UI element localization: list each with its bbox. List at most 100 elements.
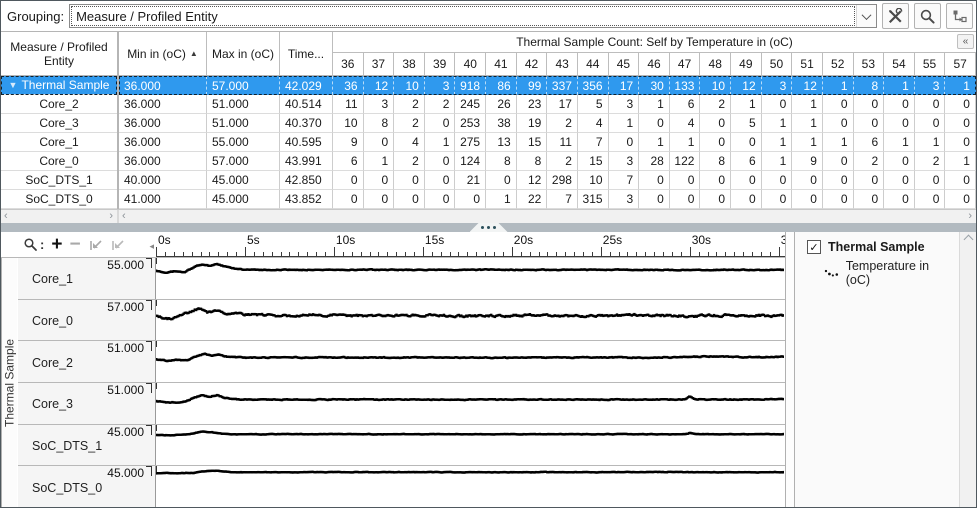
count-cell-38[interactable]: 0 <box>394 171 425 190</box>
count-cell-54[interactable]: 0 <box>884 190 915 209</box>
scroll-up-icon[interactable] <box>963 235 973 245</box>
count-cell-47[interactable]: 4 <box>670 114 701 133</box>
count-cell-49[interactable]: 0 <box>731 190 762 209</box>
bucket-column-header-40[interactable]: 40 <box>455 53 486 76</box>
count-cell-36[interactable]: 6 <box>333 152 364 171</box>
count-cell-52[interactable]: 0 <box>823 152 854 171</box>
count-cell-39[interactable]: 2 <box>425 95 456 114</box>
legend-series-row[interactable]: Temperature in (oC) <box>824 259 955 287</box>
count-cell-50[interactable]: 1 <box>762 133 793 152</box>
count-cell-55[interactable]: 0 <box>915 114 946 133</box>
count-cell-41[interactable]: 0 <box>486 171 517 190</box>
count-cell-51[interactable]: 9 <box>792 152 823 171</box>
band-label-SoC_DTS_0[interactable]: 45.000SoC_DTS_0 <box>18 466 156 507</box>
legend-group-row[interactable]: ✓ Thermal Sample <box>807 240 955 254</box>
count-cell-42[interactable]: 8 <box>517 152 548 171</box>
count-cell-50[interactable]: 1 <box>762 114 793 133</box>
count-cell-44[interactable]: 5 <box>578 95 609 114</box>
count-cell-57[interactable]: 0 <box>945 190 976 209</box>
bucket-column-header-36[interactable]: 36 <box>333 53 364 76</box>
table-row-Core_0[interactable]: 36.00057.00043.9916120124882153281228619… <box>119 152 976 171</box>
count-cell-44[interactable]: 7 <box>578 133 609 152</box>
time-column-header[interactable]: Time... <box>280 32 333 76</box>
min-cell[interactable]: 36.000 <box>119 133 207 152</box>
count-cell-57[interactable]: 1 <box>945 76 976 95</box>
count-cell-46[interactable]: 0 <box>639 190 670 209</box>
bucket-column-header-51[interactable]: 51 <box>792 53 823 76</box>
grouping-dropdown-button[interactable] <box>856 5 876 27</box>
count-cell-50[interactable]: 0 <box>762 171 793 190</box>
bucket-column-header-52[interactable]: 52 <box>823 53 854 76</box>
table-row-Core_3[interactable]: 36.00051.00040.3701082025338192410405110… <box>119 114 976 133</box>
count-cell-39[interactable]: 0 <box>425 171 456 190</box>
entity-cell-SoC_DTS_1[interactable]: SoC_DTS_1 <box>1 171 117 190</box>
scroll-left-icon[interactable]: ‹ <box>122 210 126 222</box>
count-cell-51[interactable]: 1 <box>792 95 823 114</box>
count-cell-43[interactable]: 337 <box>547 76 578 95</box>
bucket-column-header-55[interactable]: 55 <box>915 53 946 76</box>
count-cell-46[interactable]: 0 <box>639 114 670 133</box>
zoom-redo-icon[interactable] <box>110 238 125 252</box>
max-cell[interactable]: 51.000 <box>207 95 280 114</box>
count-cell-40[interactable]: 918 <box>455 76 486 95</box>
count-cell-45[interactable]: 17 <box>609 76 640 95</box>
bucket-column-header-39[interactable]: 39 <box>425 53 456 76</box>
count-cell-54[interactable]: 0 <box>884 171 915 190</box>
time-cell[interactable]: 42.850 <box>280 171 333 190</box>
bucket-column-header-57[interactable]: 57 <box>945 53 976 76</box>
count-cell-55[interactable]: 0 <box>915 190 946 209</box>
band-label-SoC_DTS_1[interactable]: 45.000SoC_DTS_1 <box>18 425 156 466</box>
count-cell-42[interactable]: 19 <box>517 114 548 133</box>
count-cell-51[interactable]: 1 <box>792 133 823 152</box>
count-cell-55[interactable]: 0 <box>915 171 946 190</box>
max-cell[interactable]: 57.000 <box>207 76 280 95</box>
count-cell-50[interactable]: 1 <box>762 152 793 171</box>
entity-pane-hscrollbar[interactable]: ‹ › <box>1 210 119 223</box>
entity-cell-Core_2[interactable]: Core_2 <box>1 95 117 114</box>
bucket-column-header-42[interactable]: 42 <box>517 53 548 76</box>
count-cell-47[interactable]: 0 <box>670 190 701 209</box>
count-cell-52[interactable]: 0 <box>823 190 854 209</box>
search-button[interactable] <box>914 3 941 29</box>
count-cell-44[interactable]: 4 <box>578 114 609 133</box>
count-cell-45[interactable]: 0 <box>609 133 640 152</box>
count-cell-54[interactable]: 1 <box>884 133 915 152</box>
count-cell-36[interactable]: 0 <box>333 190 364 209</box>
count-cell-41[interactable]: 1 <box>486 190 517 209</box>
count-cell-52[interactable]: 0 <box>823 114 854 133</box>
count-cell-48[interactable]: 2 <box>700 95 731 114</box>
min-cell[interactable]: 41.000 <box>119 190 207 209</box>
table-row-Thermal_Sample[interactable]: 36.00057.00042.0293612103918869933735617… <box>119 76 976 95</box>
count-cell-53[interactable]: 0 <box>854 171 885 190</box>
bucket-column-header-37[interactable]: 37 <box>364 53 395 76</box>
count-cell-53[interactable]: 6 <box>854 133 885 152</box>
count-cell-51[interactable]: 1 <box>792 114 823 133</box>
grouping-value[interactable]: Measure / Profiled Entity <box>71 6 855 26</box>
count-cell-48[interactable]: 10 <box>700 76 731 95</box>
count-cell-49[interactable]: 0 <box>731 133 762 152</box>
count-cell-38[interactable]: 2 <box>394 114 425 133</box>
count-cell-40[interactable]: 245 <box>455 95 486 114</box>
count-cell-40[interactable]: 124 <box>455 152 486 171</box>
count-cell-39[interactable]: 3 <box>425 76 456 95</box>
count-cell-55[interactable]: 0 <box>915 95 946 114</box>
entity-cell-Core_1[interactable]: Core_1 <box>1 133 117 152</box>
grouping-combobox[interactable]: Measure / Profiled Entity <box>69 4 877 28</box>
count-cell-49[interactable]: 12 <box>731 76 762 95</box>
count-cell-39[interactable]: 0 <box>425 190 456 209</box>
bucket-column-header-38[interactable]: 38 <box>394 53 425 76</box>
count-cell-41[interactable]: 26 <box>486 95 517 114</box>
max-cell[interactable]: 57.000 <box>207 152 280 171</box>
min-column-header[interactable]: Min in (oC) ▲ <box>119 32 207 76</box>
entity-column-header[interactable]: Measure / Profiled Entity <box>1 32 119 76</box>
min-cell[interactable]: 36.000 <box>119 152 207 171</box>
entity-cell-Core_3[interactable]: Core_3 <box>1 114 117 133</box>
count-cell-40[interactable]: 275 <box>455 133 486 152</box>
count-cell-39[interactable]: 0 <box>425 152 456 171</box>
count-cell-44[interactable]: 356 <box>578 76 609 95</box>
min-cell[interactable]: 36.000 <box>119 76 207 95</box>
bucket-column-header-43[interactable]: 43 <box>547 53 578 76</box>
count-cell-51[interactable]: 12 <box>792 76 823 95</box>
pane-splitter[interactable] <box>1 223 976 232</box>
zoom-undo-icon[interactable] <box>88 238 103 252</box>
